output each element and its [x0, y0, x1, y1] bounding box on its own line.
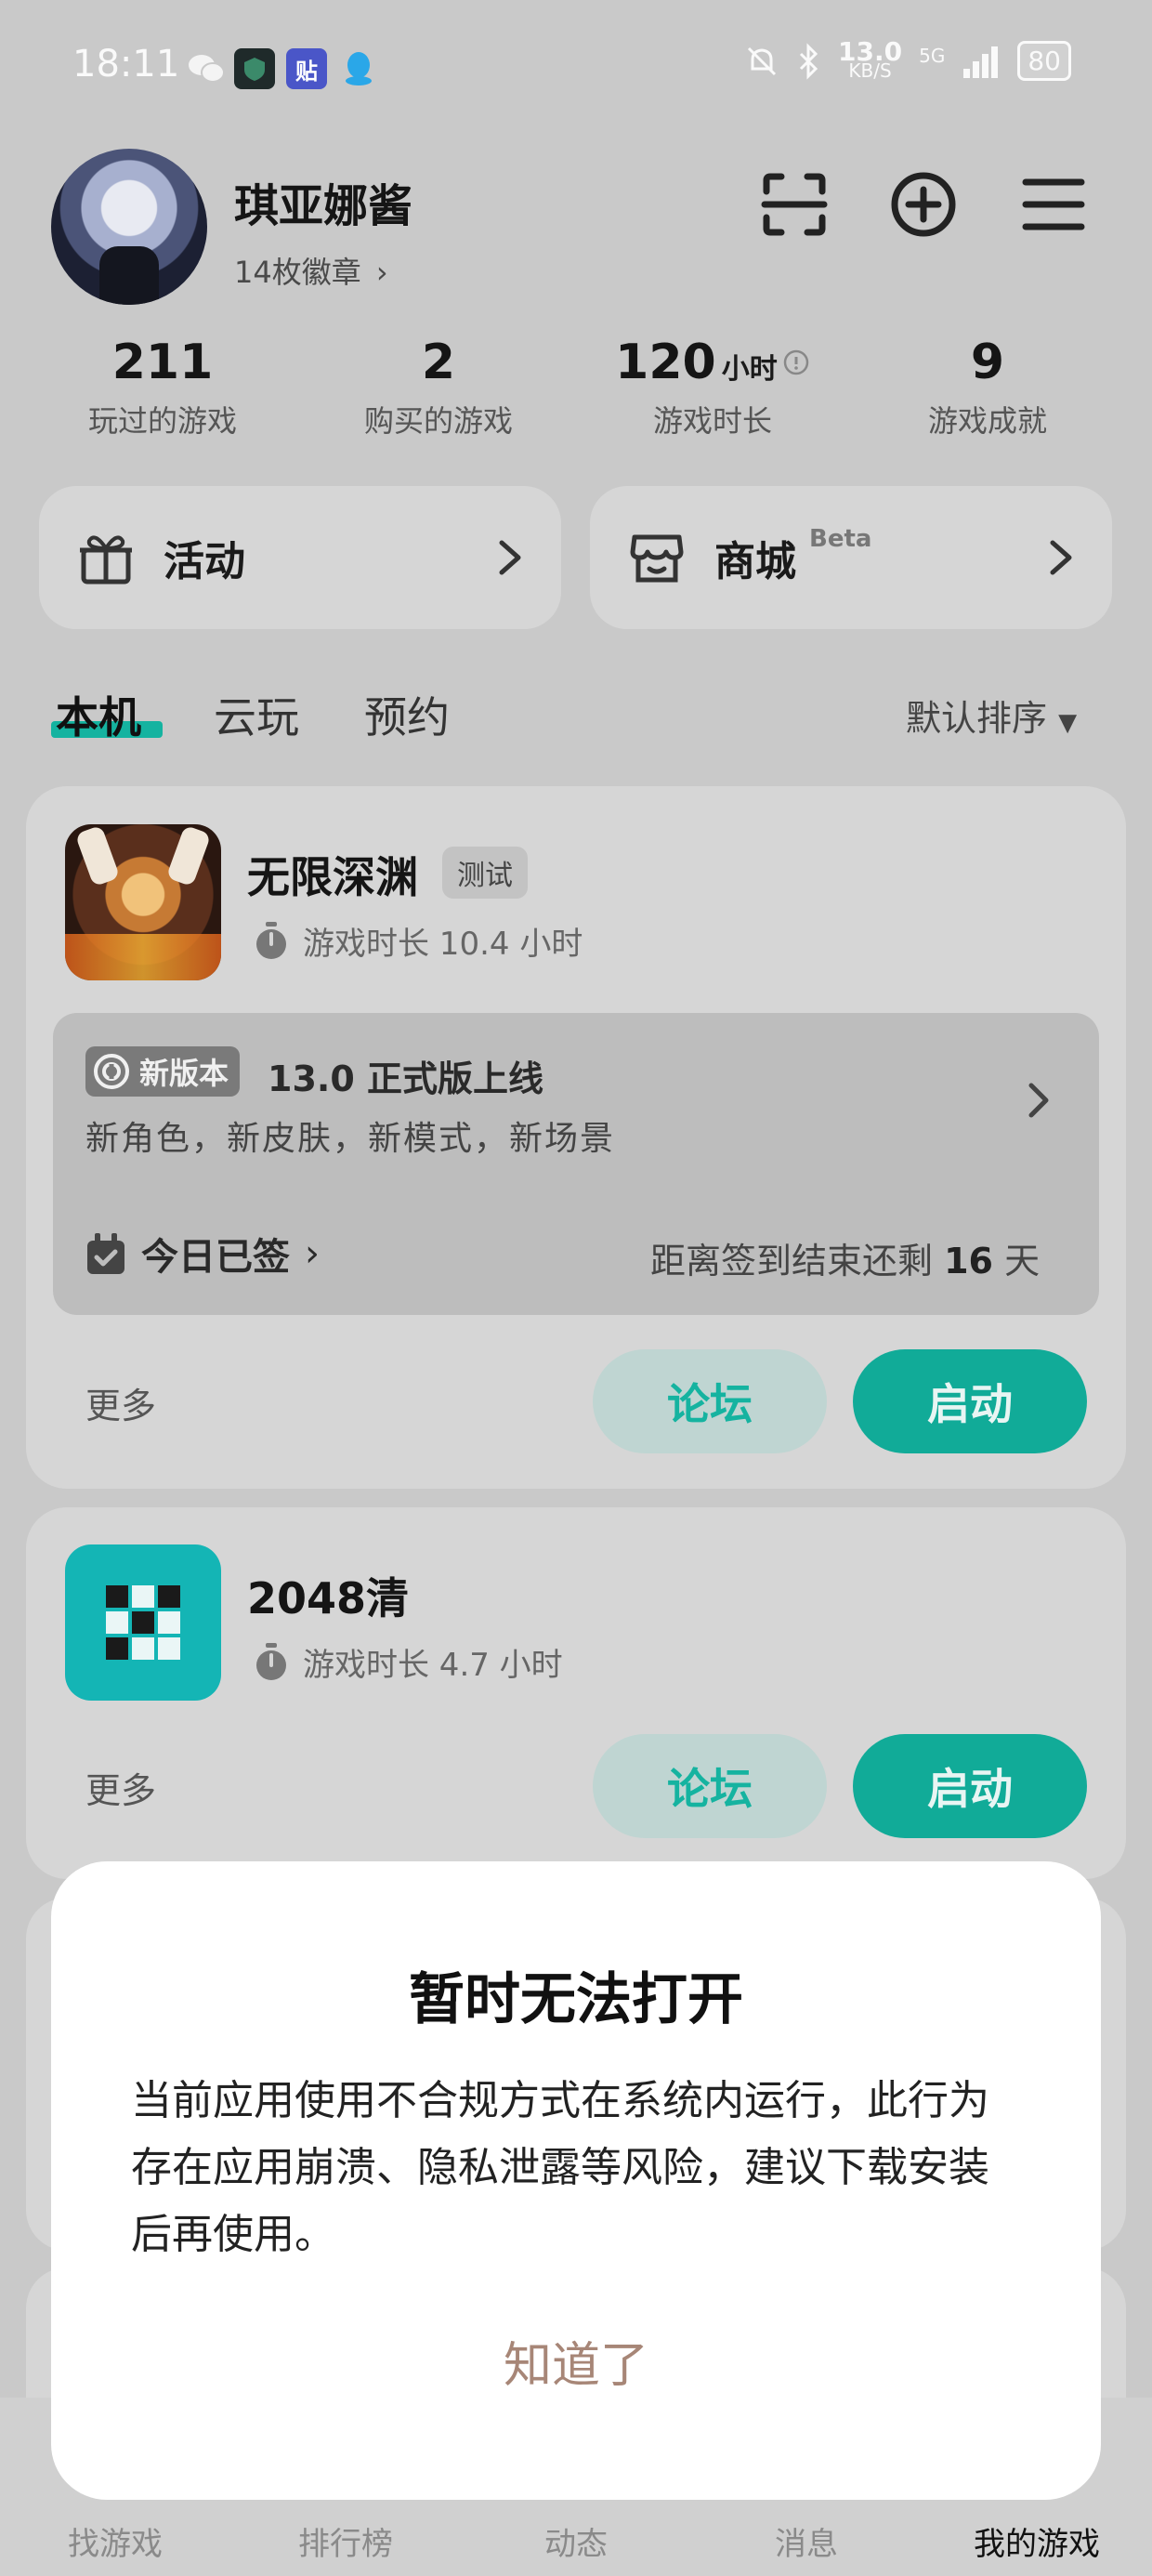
news-title: 13.0 正式版上线 — [268, 1058, 543, 1099]
username[interactable]: 琪亚娜酱 — [234, 169, 412, 234]
wechat-icon — [186, 48, 227, 89]
stat-value: 211 — [111, 335, 214, 390]
launch-button[interactable]: 启动 — [853, 1349, 1087, 1453]
stat-label: 游戏时长 — [652, 403, 772, 439]
bluetooth-icon — [799, 42, 818, 80]
activity-label: 活动 — [164, 538, 245, 585]
signed-link[interactable]: 今日已签 › — [85, 1227, 320, 1281]
activity-card[interactable]: 活动 — [39, 486, 561, 629]
menu-icon[interactable] — [1016, 167, 1091, 242]
stat-unit: 小时 — [721, 353, 778, 386]
avatar[interactable] — [51, 149, 207, 305]
nav-feed[interactable]: 动态 — [461, 2518, 691, 2564]
nav-my-games[interactable]: 我的游戏 — [922, 2518, 1152, 2564]
playtime-text: 游戏时长 4.7 小时 — [303, 1647, 563, 1684]
shield-app-icon — [234, 48, 275, 89]
chevron-right-icon: › — [375, 255, 388, 290]
game-name[interactable]: 无限深渊 — [247, 844, 418, 905]
stat-label: 玩过的游戏 — [87, 403, 237, 439]
dialog-ok-button[interactable]: 知道了 — [51, 2326, 1101, 2396]
sort-dropdown[interactable]: 默认排序 ▼ — [906, 690, 1077, 741]
dialog-body: 当前应用使用不合规方式在系统内运行，此行为存在应用崩溃、隐私泄露等风险，建议下载… — [131, 2077, 989, 2258]
net-speed: 13.0 KB/S — [838, 35, 903, 82]
test-tag: 测试 — [442, 847, 528, 899]
store-icon — [630, 534, 684, 583]
stopwatch-icon — [256, 921, 286, 959]
tab-cloud[interactable]: 云玩 — [214, 684, 299, 745]
status-time: 18:11 — [72, 43, 180, 85]
game-playtime: 游戏时长 4.7 小时 — [253, 1639, 563, 1685]
status-right: 13.0 KB/S 5G 80 — [743, 35, 1071, 82]
battery-indicator: 80 — [1017, 41, 1071, 81]
tab-local[interactable]: 本机 — [56, 684, 141, 745]
stat-value: 9 — [970, 335, 1005, 390]
chevron-right-icon — [1050, 540, 1072, 575]
playtime-text: 游戏时长 10.4 小时 — [303, 926, 583, 963]
alert-dialog: 暂时无法打开 当前应用使用不合规方式在系统内运行，此行为存在应用崩溃、隐私泄露等… — [51, 1861, 1101, 2500]
nav-rankings[interactable]: 排行榜 — [230, 2518, 461, 2564]
game-name[interactable]: 2048清 — [247, 1565, 409, 1626]
checkin-icon — [87, 1233, 124, 1274]
scan-icon[interactable] — [757, 167, 831, 242]
nav-messages[interactable]: 消息 — [691, 2518, 922, 2564]
network-type: 5G — [919, 45, 946, 67]
more-link[interactable]: 更多 — [85, 1762, 156, 1813]
gift-icon — [80, 535, 132, 585]
game-icon-2048[interactable] — [65, 1544, 221, 1701]
tab-reserve[interactable]: 预约 — [364, 684, 450, 745]
stat-label: 游戏成就 — [927, 403, 1047, 439]
forum-button[interactable]: 论坛 — [593, 1349, 827, 1453]
more-link[interactable]: 更多 — [85, 1377, 156, 1428]
beta-badge: Beta — [809, 525, 872, 553]
launch-button[interactable]: 启动 — [853, 1734, 1087, 1838]
caret-down-icon: ▼ — [1058, 709, 1078, 737]
dialog-title: 暂时无法打开 — [409, 1967, 743, 2032]
store-card[interactable]: 商城 Beta — [590, 486, 1112, 629]
stat-bought[interactable]: 2 购买的游戏 — [304, 335, 573, 440]
checkin-countdown: 距离签到结束还剩 16 天 — [650, 1232, 1040, 1283]
forum-button[interactable]: 论坛 — [593, 1734, 827, 1838]
mute-bell-icon — [747, 46, 777, 75]
signed-label: 今日已签 — [141, 1236, 290, 1279]
stat-achievements[interactable]: 9 游戏成就 — [853, 335, 1122, 440]
stat-played[interactable]: 211 玩过的游戏 — [28, 335, 297, 440]
tieba-icon: 贴 — [286, 48, 327, 89]
chevron-right-icon: › — [305, 1232, 320, 1275]
stat-value: 2 — [421, 335, 456, 390]
new-version-badge: 新版本 — [85, 1046, 241, 1097]
add-icon[interactable] — [886, 167, 961, 242]
countdown-suffix: 天 — [1004, 1241, 1041, 1281]
stat-value: 120 — [615, 335, 716, 390]
badges-link[interactable]: 14枚徽章 › — [234, 249, 388, 292]
countdown-prefix: 距离签到结束还剩 — [650, 1241, 934, 1281]
badges-label: 14枚徽章 — [234, 255, 361, 290]
game-icon-abyss[interactable] — [65, 824, 221, 980]
signal-icon — [963, 46, 999, 78]
qq-icon — [338, 48, 379, 89]
nav-find-games[interactable]: 找游戏 — [0, 2518, 230, 2564]
new-version-label: 新版本 — [139, 1056, 229, 1091]
store-label: 商城 — [714, 538, 796, 585]
sort-label: 默认排序 — [906, 698, 1048, 739]
news-subtitle: 新角色，新皮肤，新模式，新场景 — [85, 1120, 616, 1158]
countdown-days: 16 — [944, 1241, 993, 1281]
chevron-right-icon — [1028, 1083, 1049, 1118]
stat-playtime[interactable]: 120 小时 游戏时长 — [578, 335, 847, 440]
chevron-right-icon — [499, 540, 521, 575]
stopwatch-icon — [256, 1642, 286, 1680]
stat-label: 购买的游戏 — [363, 403, 513, 439]
game-playtime: 游戏时长 10.4 小时 — [253, 918, 583, 964]
info-icon[interactable] — [782, 348, 810, 376]
version-icon — [94, 1054, 129, 1089]
